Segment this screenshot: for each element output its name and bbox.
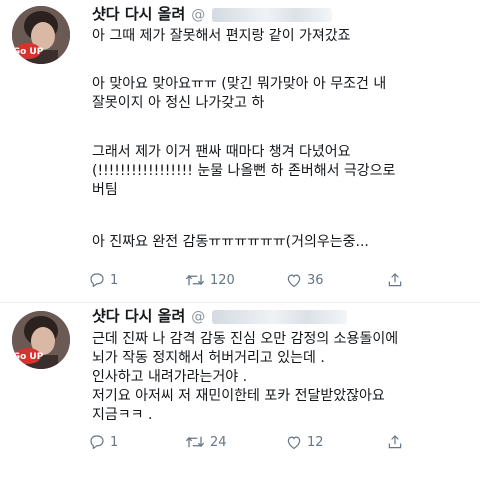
reply-button[interactable]: 1	[88, 433, 118, 451]
reply-count: 1	[110, 272, 119, 288]
like-count: 36	[307, 272, 324, 288]
retweet-count: 24	[210, 434, 227, 450]
tweet-paragraph: 근데 진짜 나 감격 감동 진심 오만 감정의 소용돌이에 뇌가 작동 정지해서…	[92, 331, 399, 423]
tweet-paragraph: 아 맞아요 맞아요ㅠㅠ (맞긴 뭐가맞아 아 무조건 내 잘못이지 아 정신 나…	[92, 76, 387, 111]
share-icon	[388, 435, 402, 449]
tweet-1: Go UP 샷다 다시 올려 @ 아 그때 제가 잘못해서 편지랑 같이 가져갔죠…	[0, 0, 480, 303]
avatar-image: Go UP	[12, 311, 70, 369]
like-button[interactable]: 36	[285, 271, 324, 289]
tweet-paragraph: 그래서 제가 이거 팬싸 때마다 챙겨 다녔어요 (!!!!!!!!!!!!!!…	[92, 144, 396, 198]
tweet-text: 근데 진짜 나 감격 감동 진심 오만 감정의 소용돌이에 뇌가 작동 정지해서…	[92, 330, 468, 425]
share-button[interactable]	[386, 433, 404, 451]
like-count: 12	[307, 434, 324, 450]
tweet-header: 샷다 다시 올려 @	[92, 305, 348, 327]
tweet-text: 아 맞아요 맞아요ㅠㅠ (맞긴 뭐가맞아 아 무조건 내 잘못이지 아 정신 나…	[92, 75, 468, 113]
tweet-text: 아 진짜요 완전 감동ㅠㅠㅠㅠㅠㅠ(거의우는중...	[92, 233, 468, 252]
reply-count: 1	[110, 434, 119, 450]
redacted-handle	[212, 7, 333, 22]
reply-icon	[90, 273, 104, 287]
tweet-paragraph: 아 진짜요 완전 감동ㅠㅠㅠㅠㅠㅠ(거의우는중...	[92, 234, 369, 250]
tweet-paragraph: 아 그때 제가 잘못해서 편지랑 같이 가져갔죠	[92, 28, 351, 44]
like-icon	[287, 436, 301, 450]
redacted-handle	[212, 309, 348, 324]
tweet-text: 아 그때 제가 잘못해서 편지랑 같이 가져갔죠	[92, 27, 468, 46]
share-icon	[388, 273, 402, 287]
avatar-badge-text: Go UP	[13, 47, 44, 57]
retweet-icon	[185, 436, 205, 448]
avatar[interactable]: Go UP	[12, 311, 70, 369]
like-icon	[287, 274, 301, 288]
avatar-image: Go UP	[12, 6, 70, 64]
tweet-text: 그래서 제가 이거 팬싸 때마다 챙겨 다녔어요 (!!!!!!!!!!!!!!…	[92, 143, 468, 200]
tweet-header: 샷다 다시 올려 @	[92, 3, 333, 25]
share-button[interactable]	[386, 271, 404, 289]
retweet-button[interactable]: 120	[184, 271, 235, 289]
reply-button[interactable]: 1	[88, 271, 118, 289]
avatar-badge-text: Go UP	[13, 352, 44, 362]
author-handle[interactable]: @	[191, 309, 205, 325]
retweet-button[interactable]: 24	[184, 433, 227, 451]
author-name[interactable]: 샷다 다시 올려	[92, 5, 185, 23]
like-button[interactable]: 12	[285, 433, 324, 451]
reply-icon	[90, 435, 104, 449]
retweet-icon	[185, 274, 205, 286]
retweet-count: 120	[210, 272, 235, 288]
author-handle[interactable]: @	[191, 7, 205, 23]
avatar[interactable]: Go UP	[12, 6, 70, 64]
tweet-actions: 1 24 12	[88, 433, 468, 453]
author-name[interactable]: 샷다 다시 올려	[92, 307, 185, 325]
tweet-actions: 1 120 36	[88, 271, 468, 291]
